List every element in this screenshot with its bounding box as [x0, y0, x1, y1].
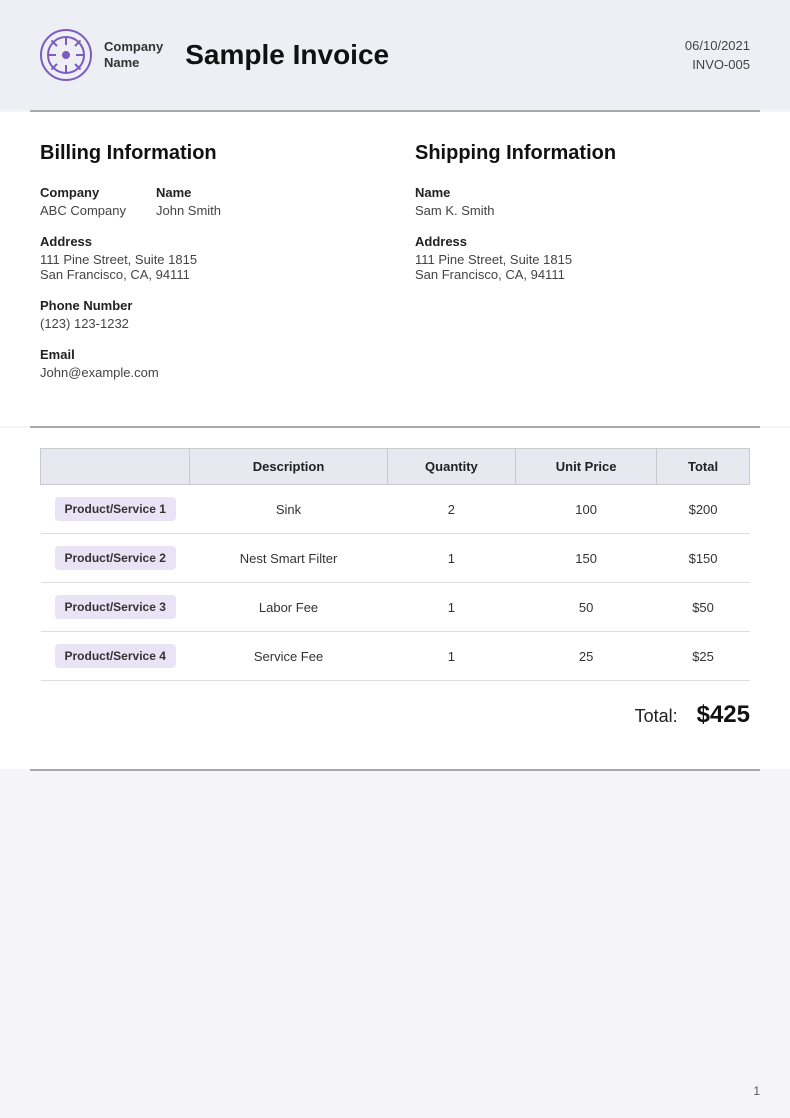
company-branding: Company Name Sample Invoice — [40, 29, 389, 81]
company-name-text: Company Name — [104, 39, 163, 70]
row-total: $50 — [657, 583, 750, 632]
invoice-title: Sample Invoice — [185, 39, 389, 71]
table-section: Description Quantity Unit Price Total Pr… — [0, 428, 790, 769]
billing-company-label: Company — [40, 185, 126, 200]
invoice-number: INVO-005 — [685, 57, 750, 72]
total-amount: $425 — [697, 701, 750, 728]
row-description: Nest Smart Filter — [190, 534, 387, 583]
page-number: 1 — [753, 1084, 760, 1098]
row-quantity: 1 — [387, 534, 515, 583]
billing-company-col: Company ABC Company — [40, 185, 126, 218]
billing-info: Billing Information Company ABC Company … — [40, 142, 395, 396]
row-total: $25 — [657, 632, 750, 681]
row-total: $150 — [657, 534, 750, 583]
col-header-unit-price: Unit Price — [516, 449, 657, 485]
row-label-badge: Product/Service 3 — [55, 595, 176, 619]
row-description: Sink — [190, 485, 387, 534]
billing-company-name-row: Company ABC Company Name John Smith — [40, 185, 375, 218]
shipping-title: Shipping Information — [415, 142, 750, 165]
invoice-table: Description Quantity Unit Price Total Pr… — [40, 448, 750, 681]
total-label: Total: — [635, 706, 678, 726]
billing-name-col: Name John Smith — [156, 185, 221, 218]
row-unit-price: 50 — [516, 583, 657, 632]
shipping-address-label: Address — [415, 234, 750, 249]
shipping-name-row: Name Sam K. Smith — [415, 185, 750, 218]
col-header-total: Total — [657, 449, 750, 485]
row-quantity: 1 — [387, 583, 515, 632]
billing-phone-row: Phone Number (123) 123-1232 — [40, 298, 375, 331]
row-service-label: Product/Service 4 — [41, 632, 190, 681]
company-logo — [40, 29, 92, 81]
table-row: Product/Service 1 Sink 2 100 $200 — [41, 485, 750, 534]
table-row: Product/Service 4 Service Fee 1 25 $25 — [41, 632, 750, 681]
billing-company-value: ABC Company — [40, 203, 126, 218]
bottom-divider — [30, 769, 760, 771]
col-header-label — [41, 449, 190, 485]
shipping-address-line2: San Francisco, CA, 94111 — [415, 267, 750, 282]
billing-name-value: John Smith — [156, 203, 221, 218]
total-row: Total: $425 — [40, 681, 750, 739]
info-section: Billing Information Company ABC Company … — [0, 112, 790, 426]
row-label-badge: Product/Service 1 — [55, 497, 176, 521]
table-row: Product/Service 2 Nest Smart Filter 1 15… — [41, 534, 750, 583]
row-total: $200 — [657, 485, 750, 534]
row-quantity: 1 — [387, 632, 515, 681]
row-service-label: Product/Service 3 — [41, 583, 190, 632]
shipping-name-label: Name — [415, 185, 750, 200]
shipping-info: Shipping Information Name Sam K. Smith A… — [395, 142, 750, 396]
billing-email-label: Email — [40, 347, 375, 362]
row-label-badge: Product/Service 2 — [55, 546, 176, 570]
shipping-address-row: Address 111 Pine Street, Suite 1815 San … — [415, 234, 750, 282]
billing-email-row: Email John@example.com — [40, 347, 375, 380]
invoice-meta: 06/10/2021 INVO-005 — [685, 38, 750, 72]
billing-name-label: Name — [156, 185, 221, 200]
billing-address-line2: San Francisco, CA, 94111 — [40, 267, 375, 282]
row-unit-price: 25 — [516, 632, 657, 681]
billing-phone-label: Phone Number — [40, 298, 375, 313]
row-unit-price: 150 — [516, 534, 657, 583]
billing-address-label: Address — [40, 234, 375, 249]
row-unit-price: 100 — [516, 485, 657, 534]
billing-email-value: John@example.com — [40, 365, 375, 380]
billing-title: Billing Information — [40, 142, 375, 165]
row-service-label: Product/Service 2 — [41, 534, 190, 583]
row-description: Service Fee — [190, 632, 387, 681]
billing-phone-value: (123) 123-1232 — [40, 316, 375, 331]
row-service-label: Product/Service 1 — [41, 485, 190, 534]
row-quantity: 2 — [387, 485, 515, 534]
invoice-date: 06/10/2021 — [685, 38, 750, 53]
table-row: Product/Service 3 Labor Fee 1 50 $50 — [41, 583, 750, 632]
shipping-address-line1: 111 Pine Street, Suite 1815 — [415, 252, 750, 267]
row-label-badge: Product/Service 4 — [55, 644, 176, 668]
invoice-header: Company Name Sample Invoice 06/10/2021 I… — [0, 0, 790, 110]
billing-address-row: Address 111 Pine Street, Suite 1815 San … — [40, 234, 375, 282]
row-description: Labor Fee — [190, 583, 387, 632]
col-header-description: Description — [190, 449, 387, 485]
table-header-row: Description Quantity Unit Price Total — [41, 449, 750, 485]
shipping-name-value: Sam K. Smith — [415, 203, 750, 218]
col-header-quantity: Quantity — [387, 449, 515, 485]
billing-address-line1: 111 Pine Street, Suite 1815 — [40, 252, 375, 267]
